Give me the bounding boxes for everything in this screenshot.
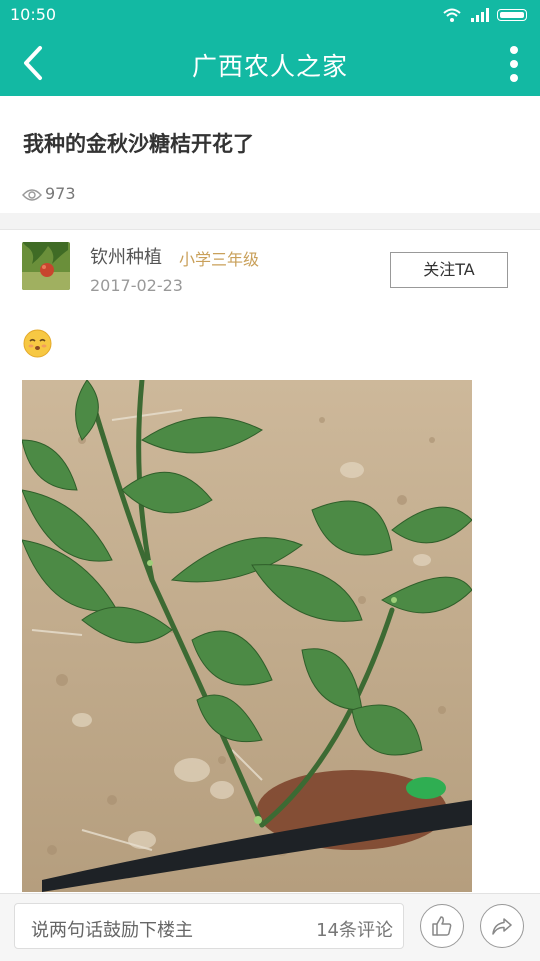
eye-icon xyxy=(22,189,42,201)
comment-input[interactable]: 说两句话鼓励下楼主 14条评论 xyxy=(14,903,404,949)
post-title: 我种的金秋沙糖桔开花了 xyxy=(23,132,254,156)
share-arrow-icon xyxy=(492,918,512,935)
view-count: 973 xyxy=(22,184,76,203)
avatar[interactable] xyxy=(22,242,70,290)
plant-photo-image xyxy=(22,380,472,892)
thumbs-up-icon xyxy=(432,916,452,936)
more-dot-icon xyxy=(510,60,518,68)
comment-count[interactable]: 14条评论 xyxy=(316,916,393,942)
more-options-button[interactable] xyxy=(506,44,522,84)
wifi-icon xyxy=(443,8,461,22)
smiling-emoji-icon xyxy=(23,329,52,358)
status-time: 10:50 xyxy=(10,5,57,24)
view-count-value: 973 xyxy=(45,184,76,203)
status-icons xyxy=(442,7,532,23)
author-name[interactable]: 钦州种植 xyxy=(90,243,162,269)
app-bar: 广西农人之家 xyxy=(0,30,540,96)
status-bar: 10:50 xyxy=(0,0,540,30)
bottom-bar: 说两句话鼓励下楼主 14条评论 xyxy=(0,893,540,961)
share-button[interactable] xyxy=(480,904,524,948)
page-title: 广西农人之家 xyxy=(191,52,348,81)
comment-placeholder: 说两句话鼓励下楼主 xyxy=(31,920,193,941)
post-date: 2017-02-23 xyxy=(90,276,183,295)
avatar-image xyxy=(22,242,70,290)
more-dot-icon xyxy=(510,74,518,82)
follow-button[interactable]: 关注TA xyxy=(390,252,508,288)
signal-icon xyxy=(471,8,489,22)
section-divider xyxy=(0,213,540,230)
battery-icon xyxy=(497,9,527,21)
more-dot-icon xyxy=(510,46,518,54)
author-level-badge: 小学三年级 xyxy=(179,250,260,269)
like-button[interactable] xyxy=(420,904,464,948)
post-photo[interactable] xyxy=(22,380,472,892)
